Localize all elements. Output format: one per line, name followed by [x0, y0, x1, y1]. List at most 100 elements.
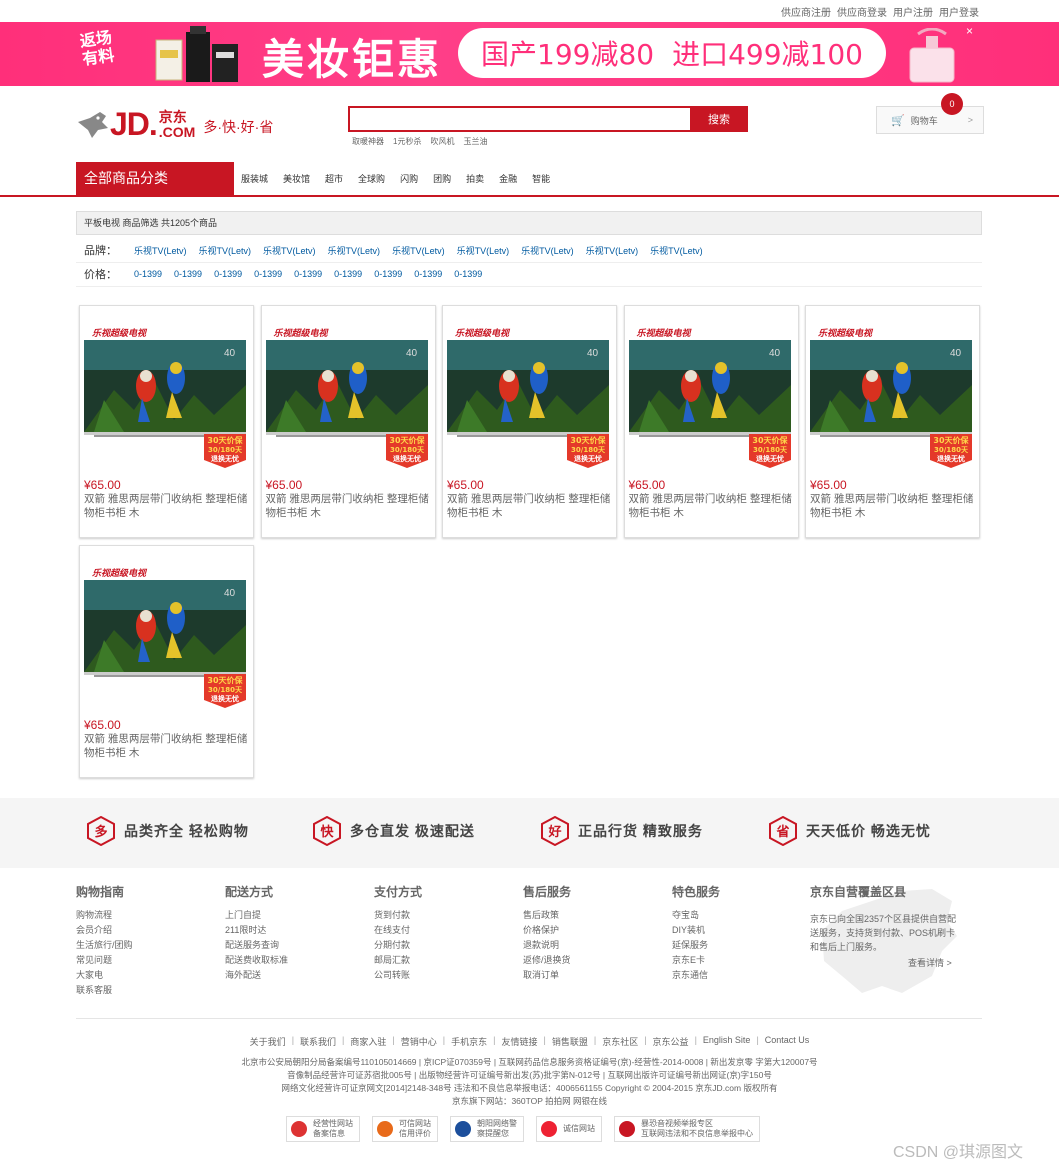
help-link[interactable]: 配送费收取标准 — [225, 953, 288, 968]
brand-option[interactable]: 乐视TV(Letv) — [328, 244, 381, 257]
help-link[interactable]: 邮局汇款 — [374, 953, 422, 968]
help-link[interactable]: 京东通信 — [672, 968, 720, 983]
product-title[interactable]: 双箭 雅思两层带门收纳柜 整理柜储物柜书柜 木 — [84, 732, 250, 760]
brand-option[interactable]: 乐视TV(Letv) — [521, 244, 574, 257]
brand-option[interactable]: 乐视TV(Letv) — [586, 244, 639, 257]
cert-badge[interactable]: 诚信网站 — [536, 1116, 602, 1142]
price-option[interactable]: 0-1399 — [334, 269, 362, 279]
price-option[interactable]: 0-1399 — [174, 269, 202, 279]
help-link[interactable]: 会员介绍 — [76, 923, 133, 938]
product-title[interactable]: 双箭 雅思两层带门收纳柜 整理柜储物柜书柜 木 — [447, 492, 613, 520]
price-option[interactable]: 0-1399 — [214, 269, 242, 279]
user-register-link[interactable]: 用户注册 — [893, 4, 933, 19]
cart-button[interactable]: 🛒 购物车 > 0 — [876, 93, 984, 134]
hotword-link[interactable]: 1元秒杀 — [393, 136, 421, 147]
banner-close-icon[interactable]: × — [966, 24, 973, 38]
help-link[interactable]: 延保服务 — [672, 938, 720, 953]
help-link[interactable]: 在线支付 — [374, 923, 422, 938]
footer-link[interactable]: 营销中心 — [401, 1035, 437, 1048]
nav-item[interactable]: 超市 — [325, 172, 343, 185]
help-link[interactable]: 购物流程 — [76, 908, 133, 923]
footer-link[interactable]: 友情链接 — [501, 1035, 537, 1048]
brand-option[interactable]: 乐视TV(Letv) — [457, 244, 510, 257]
brand-option[interactable]: 乐视TV(Letv) — [650, 244, 703, 257]
hotword-link[interactable]: 玉兰油 — [463, 136, 487, 147]
help-link[interactable]: 取消订单 — [523, 968, 571, 983]
footer-link[interactable]: 京东公益 — [653, 1035, 689, 1048]
product-title[interactable]: 双箭 雅思两层带门收纳柜 整理柜储物柜书柜 木 — [84, 492, 250, 520]
product-card[interactable]: 乐视超级电视 40 30天价保 30/180天 退换无忧 ¥65.00 双箭 雅… — [79, 305, 254, 538]
product-card[interactable]: 乐视超级电视 40 30天价保 30/180天 退换无忧 ¥65.00 双箭 雅… — [442, 305, 617, 538]
nav-item[interactable]: 团购 — [433, 172, 451, 185]
price-option[interactable]: 0-1399 — [374, 269, 402, 279]
footer-link[interactable]: 关于我们 — [250, 1035, 286, 1048]
brand-option[interactable]: 乐视TV(Letv) — [134, 244, 187, 257]
help-column: 售后服务 售后政策 价格保护 退款说明 返修/退换货 取消订单 — [523, 883, 571, 983]
help-link[interactable]: 配送服务查询 — [225, 938, 288, 953]
all-categories-button[interactable]: 全部商品分类 — [76, 162, 234, 195]
cert-badge[interactable]: 朝阳网络警 察提醒您 — [450, 1116, 524, 1142]
footer-link[interactable]: 京东社区 — [602, 1035, 638, 1048]
search-input[interactable] — [348, 106, 692, 132]
help-link[interactable]: 价格保护 — [523, 923, 571, 938]
help-link[interactable]: 分期付款 — [374, 938, 422, 953]
nav-item[interactable]: 金融 — [499, 172, 517, 185]
product-card[interactable]: 乐视超级电视 40 30天价保 30/180天 退换无忧 ¥65.00 双箭 雅… — [260, 305, 436, 538]
help-link[interactable]: 上门自提 — [225, 908, 288, 923]
cert-badge[interactable]: 经营性网站 备案信息 — [286, 1116, 360, 1142]
cert-badge[interactable]: 可信网站 信用评价 — [372, 1116, 438, 1142]
footer-link[interactable]: Contact Us — [765, 1035, 810, 1048]
price-option[interactable]: 0-1399 — [414, 269, 442, 279]
help-link[interactable]: 211限时达 — [225, 923, 288, 938]
nav-item[interactable]: 服装城 — [241, 172, 268, 185]
nav-item[interactable]: 美妆馆 — [283, 172, 310, 185]
footer-link[interactable]: 联系我们 — [300, 1035, 336, 1048]
help-link[interactable]: 联系客服 — [76, 983, 133, 998]
user-login-link[interactable]: 用户登录 — [939, 4, 979, 19]
svg-text:30/180天: 30/180天 — [208, 446, 243, 454]
help-link[interactable]: DIY装机 — [672, 923, 720, 938]
help-link[interactable]: 生活旅行/团购 — [76, 938, 133, 953]
product-card[interactable]: 乐视超级电视 40 30天价保 30/180天 退换无忧 ¥65.00 双箭 雅… — [805, 305, 980, 538]
price-option[interactable]: 0-1399 — [454, 269, 482, 279]
hotword-link[interactable]: 取暖神器 — [352, 136, 384, 147]
help-link[interactable]: 返修/退换货 — [523, 953, 571, 968]
product-title[interactable]: 双箭 雅思两层带门收纳柜 整理柜储物柜书柜 木 — [810, 492, 976, 520]
supplier-login-link[interactable]: 供应商登录 — [837, 4, 887, 19]
search-button[interactable]: 搜索 — [690, 106, 748, 132]
product-card[interactable]: 乐视超级电视 40 30天价保 30/180天 退换无忧 ¥65.00 双箭 雅… — [79, 545, 254, 778]
coverage-more-link[interactable]: 查看详情 > — [908, 956, 970, 969]
help-link[interactable]: 海外配送 — [225, 968, 288, 983]
help-link[interactable]: 公司转账 — [374, 968, 422, 983]
product-title[interactable]: 双箭 雅思两层带门收纳柜 整理柜储物柜书柜 木 — [629, 492, 795, 520]
help-link[interactable]: 常见问题 — [76, 953, 133, 968]
nav-item[interactable]: 全球购 — [358, 172, 385, 185]
footer-link[interactable]: 商家入驻 — [350, 1035, 386, 1048]
price-option[interactable]: 0-1399 — [134, 269, 162, 279]
help-link[interactable]: 夺宝岛 — [672, 908, 720, 923]
promo-banner[interactable]: 返场 有料 美妆钜惠 国产199减80 进口499减100 × — [0, 22, 1059, 86]
cert-seal-icon — [455, 1121, 471, 1137]
footer-link[interactable]: English Site — [703, 1035, 751, 1048]
product-title[interactable]: 双箭 雅思两层带门收纳柜 整理柜储物柜书柜 木 — [266, 492, 432, 520]
help-link[interactable]: 货到付款 — [374, 908, 422, 923]
help-link[interactable]: 大家电 — [76, 968, 133, 983]
nav-item[interactable]: 智能 — [532, 172, 550, 185]
footer-link[interactable]: 销售联盟 — [552, 1035, 588, 1048]
jd-logo[interactable]: JD. 京东 .COM 多·快·好·省 — [76, 106, 273, 143]
help-link[interactable]: 售后政策 — [523, 908, 571, 923]
help-link[interactable]: 京东E卡 — [672, 953, 720, 968]
cert-badge[interactable]: 暴恐音视频举报专区 互联网违法和不良信息举报中心 — [614, 1116, 760, 1142]
nav-item[interactable]: 闪购 — [400, 172, 418, 185]
nav-item[interactable]: 拍卖 — [466, 172, 484, 185]
brand-option[interactable]: 乐视TV(Letv) — [263, 244, 316, 257]
hotword-link[interactable]: 吹风机 — [430, 136, 454, 147]
product-card[interactable]: 乐视超级电视 40 30天价保 30/180天 退换无忧 ¥65.00 双箭 雅… — [623, 305, 799, 538]
supplier-register-link[interactable]: 供应商注册 — [781, 4, 831, 19]
brand-option[interactable]: 乐视TV(Letv) — [392, 244, 445, 257]
price-option[interactable]: 0-1399 — [254, 269, 282, 279]
price-option[interactable]: 0-1399 — [294, 269, 322, 279]
brand-option[interactable]: 乐视TV(Letv) — [199, 244, 252, 257]
footer-link[interactable]: 手机京东 — [451, 1035, 487, 1048]
help-link[interactable]: 退款说明 — [523, 938, 571, 953]
